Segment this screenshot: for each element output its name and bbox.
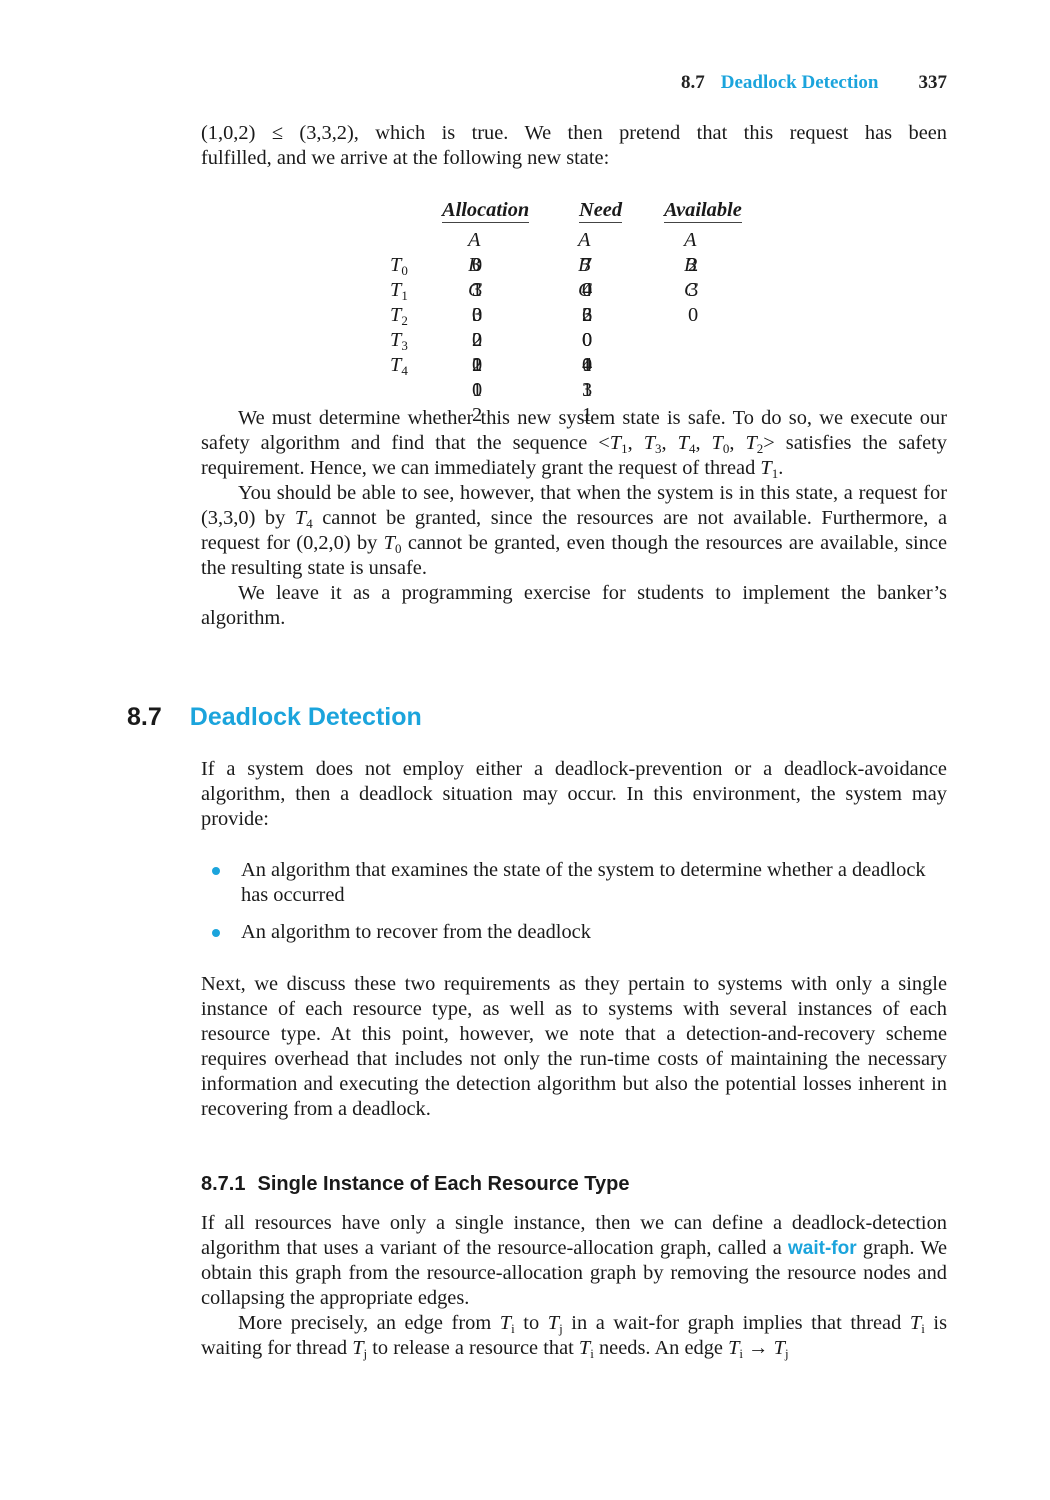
bullet-icon — [212, 929, 220, 937]
subsection-paragraph-1: If all resources have only a single inst… — [201, 1212, 948, 1309]
section-intro-paragraph: If a system does not employ either a dea… — [201, 758, 947, 830]
subsection-heading: 8.7.1 Single Instance of Each Resource Ty… — [201, 1173, 947, 1196]
safety-paragraphs: We must determine whether this new syste… — [201, 406, 947, 631]
subsection-title: Single Instance of Each Resource Type — [257, 1173, 630, 1195]
running-head: 8.7 Deadlock Detection 337 — [0, 72, 947, 94]
section-intro: If a system does not employ either a dea… — [201, 757, 947, 832]
bullet-list: An algorithm that examines the state of … — [201, 858, 947, 945]
header-available: Available — [664, 199, 742, 223]
thread-name: T4 — [390, 354, 408, 378]
running-head-section-number: 8.7 — [680, 72, 705, 93]
section-next: Next, we discuss these two requirements … — [201, 972, 947, 1122]
intro-paragraph: (1,0,2) ≤ (3,3,2), which is true. We the… — [201, 121, 947, 171]
subsection-body: If all resources have only a single inst… — [201, 1211, 947, 1361]
thread-name: T3 — [390, 329, 408, 353]
page-number: 337 — [918, 72, 948, 93]
thread-name: T2 — [390, 304, 408, 328]
section-next-paragraph: Next, we discuss these two requirements … — [201, 973, 947, 1120]
available-cell: 2 3 0 — [688, 254, 702, 326]
paragraph-safety-check: We must determine whether this new syste… — [201, 407, 947, 481]
thread-name: T0 — [390, 254, 408, 278]
bullet-icon — [212, 867, 220, 875]
paragraph-request-denied: You should be able to see, however, that… — [201, 482, 947, 579]
section-number: 8.7 — [127, 703, 162, 731]
header-allocation: Allocation — [442, 199, 530, 223]
intro-line-2: fulfilled, and we arrive at the followin… — [201, 147, 610, 169]
term-wait-for: wait-for — [788, 1238, 857, 1259]
subsection-number: 8.7.1 — [201, 1173, 246, 1195]
section-title: Deadlock Detection — [189, 703, 422, 731]
thread-name: T1 — [390, 279, 408, 303]
running-head-section-title: Deadlock Detection — [720, 72, 879, 93]
list-item: An algorithm to recover from the deadloc… — [201, 920, 947, 945]
intro-line-1: (1,0,2) ≤ (3,3,2), which is true. We the… — [201, 122, 947, 144]
subsection-paragraph-2: More precisely, an edge from Ti to Tj in… — [201, 1312, 947, 1361]
paragraph-exercise: We leave it as a programming exercise fo… — [201, 582, 947, 629]
list-item: An algorithm that examines the state of … — [201, 858, 947, 908]
section-heading: 8.7 Deadlock Detection — [127, 703, 422, 732]
header-need: Need — [579, 199, 623, 223]
